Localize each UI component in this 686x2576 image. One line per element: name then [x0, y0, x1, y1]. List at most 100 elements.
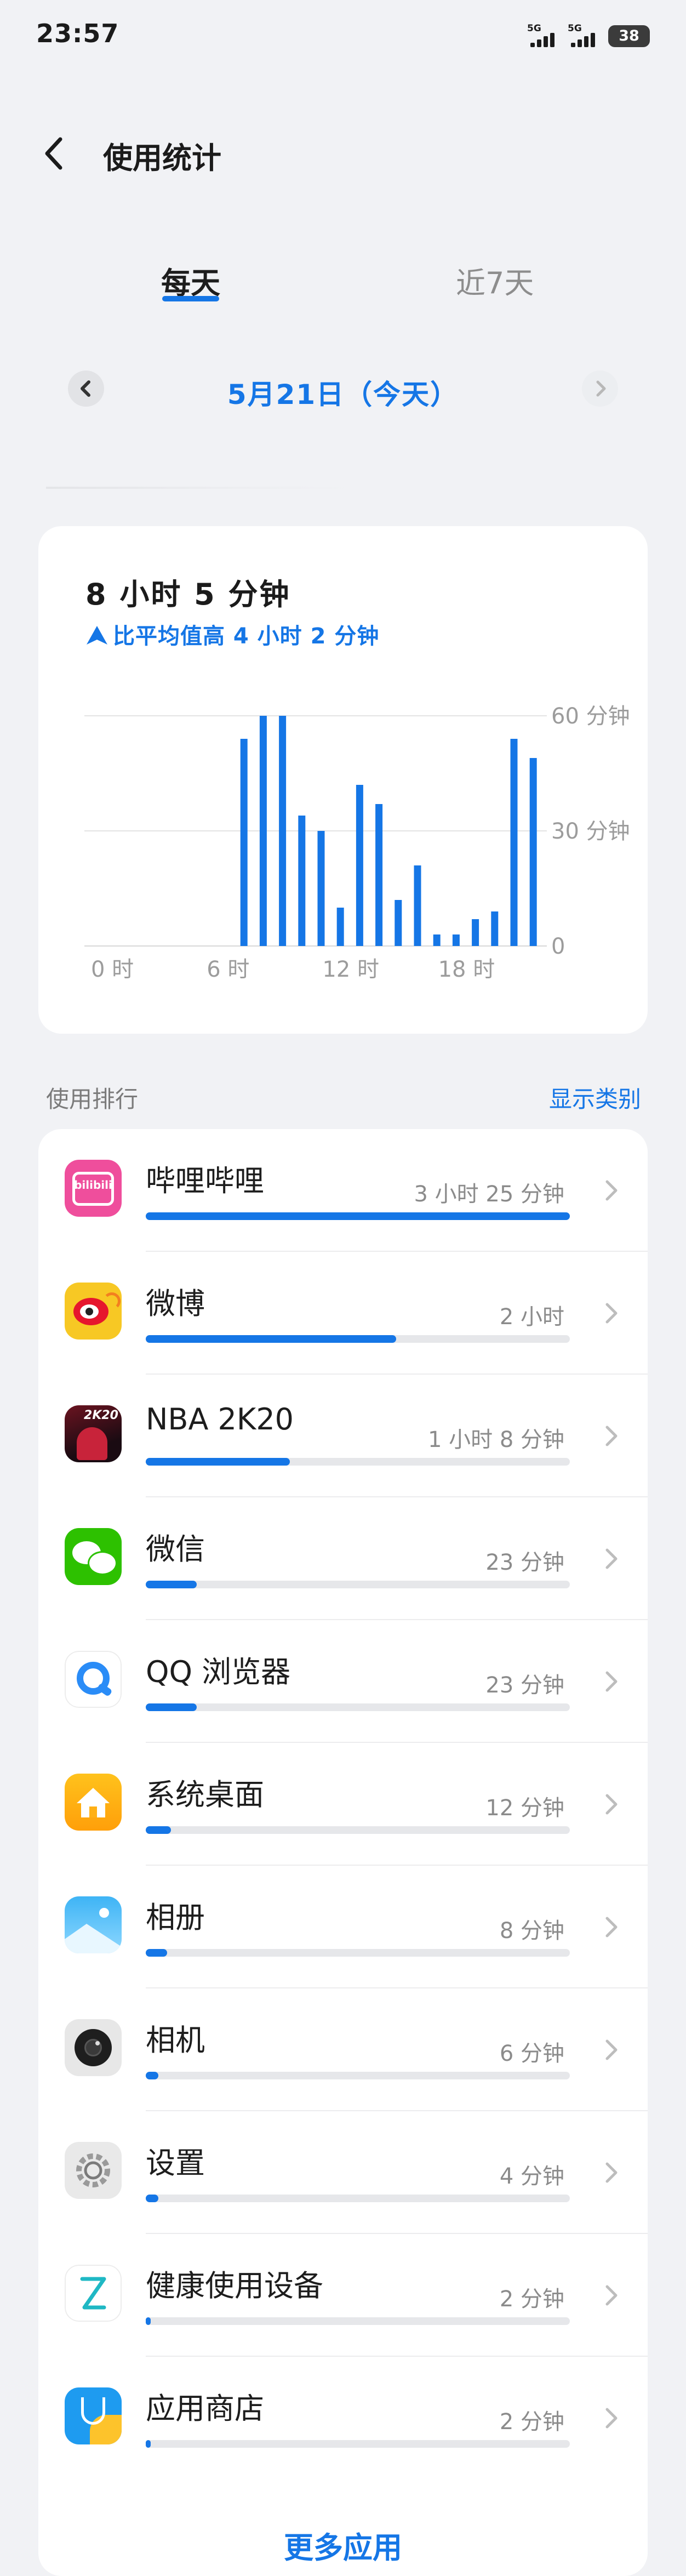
x-tick-label: 12 时 — [322, 957, 379, 982]
app-name: 应用商店 — [146, 2391, 264, 2426]
hour-bar — [510, 739, 518, 946]
usage-bar — [146, 1335, 570, 1343]
app-row[interactable]: 微信 23 分钟 — [38, 1497, 648, 1620]
row-chevron — [601, 1546, 622, 1572]
chevron-right-icon — [605, 2408, 618, 2429]
usage-bar — [146, 1826, 570, 1834]
hour-bar — [279, 716, 287, 946]
app-row[interactable]: 应用商店 2 分钟 — [38, 2357, 648, 2480]
chevron-right-icon — [596, 380, 606, 397]
app-row[interactable]: 设置 4 分钟 — [38, 2111, 648, 2234]
usage-bar — [146, 2440, 570, 2448]
hour-bar — [298, 816, 306, 946]
status-time: 23:57 — [36, 19, 119, 48]
app-duration: 1 小时 8 分钟 — [427, 1427, 564, 1452]
back-button[interactable] — [38, 132, 71, 175]
app-name: 微博 — [146, 1286, 205, 1321]
back-arrow-icon — [45, 137, 62, 170]
chart-y-labels: 60 分钟 30 分钟 0 — [551, 704, 630, 959]
hour-bar — [433, 934, 441, 946]
chart-x-labels: 0 时 6 时 12 时 18 时 — [91, 957, 495, 982]
next-day-button[interactable] — [582, 371, 618, 407]
hour-bar — [336, 908, 344, 946]
hour-bar — [356, 785, 363, 946]
app-name: QQ 浏览器 — [146, 1655, 291, 1689]
row-chevron — [601, 1300, 622, 1326]
x-tick-label: 18 时 — [438, 957, 495, 982]
battery-icon: 38 — [608, 25, 650, 47]
chevron-right-icon — [605, 1180, 618, 1201]
signal-2-label: 5G — [568, 23, 582, 34]
usage-bar-fill — [146, 1826, 172, 1834]
app-duration: 23 分钟 — [485, 1673, 564, 1698]
wechat-icon — [65, 1528, 122, 1585]
gallery-icon — [65, 1896, 122, 1953]
usage-bar-fill — [146, 2317, 151, 2325]
weibo-icon — [65, 1283, 122, 1340]
usage-bar — [146, 2195, 570, 2202]
bilibili-icon: bilibili — [65, 1160, 122, 1217]
usage-bar-fill — [146, 2195, 159, 2202]
usage-chart: 60 分钟 30 分钟 0 0 时 6 时 12 时 18 时 — [84, 704, 630, 982]
page-title: 使用统计 — [103, 141, 221, 175]
app-row[interactable]: 相机 6 分钟 — [38, 1988, 648, 2111]
app-row[interactable]: 微博 2 小时 — [38, 1252, 648, 1375]
app-duration: 2 小时 — [499, 1304, 564, 1330]
app-name: 系统桌面 — [146, 1777, 264, 1812]
row-chevron — [601, 1914, 622, 1940]
app-duration: 23 分钟 — [485, 1550, 564, 1575]
usage-bar — [146, 1949, 570, 1957]
usage-bar-fill — [146, 1581, 197, 1588]
hour-bar — [529, 758, 537, 946]
app-row[interactable]: 相册 8 分钟 — [38, 1866, 648, 1988]
arrow-up-icon — [87, 626, 107, 645]
row-chevron — [601, 1423, 622, 1449]
app-duration: 6 分钟 — [499, 2041, 564, 2066]
signal-2-icon: 5G — [567, 23, 601, 47]
app-row[interactable]: 系统桌面 12 分钟 — [38, 1743, 648, 1866]
app-row[interactable]: 2K20 NBA 2K20 1 小时 8 分钟 — [38, 1375, 648, 1497]
camera-icon — [65, 2019, 122, 2076]
ranking-title: 使用排行 — [46, 1086, 139, 1113]
more-apps-button[interactable]: 更多应用 — [0, 2523, 686, 2567]
qq-browser-icon — [65, 1651, 122, 1708]
comparison-label: 比平均值高 4 小时 2 分钟 — [113, 624, 380, 649]
app-name: 设置 — [146, 2146, 205, 2180]
tab-last-7-days[interactable]: 近7天 — [456, 259, 534, 302]
app-row[interactable]: bilibili 哔哩哔哩 3 小时 25 分钟 — [38, 1129, 648, 1252]
usage-bar-fill — [146, 1212, 570, 1220]
app-row[interactable]: QQ 浏览器 23 分钟 — [38, 1620, 648, 1743]
app-duration: 12 分钟 — [485, 1796, 564, 1821]
row-chevron — [601, 2037, 622, 2063]
chevron-right-icon — [605, 1794, 618, 1815]
chevron-right-icon — [605, 1671, 618, 1692]
signal-1-label: 5G — [527, 23, 541, 34]
chevron-right-icon — [605, 1548, 618, 1569]
app-duration: 2 分钟 — [499, 2287, 564, 2312]
usage-bar-fill — [146, 1949, 167, 1957]
usage-bar-fill — [146, 2440, 151, 2448]
y-tick-label: 0 — [551, 934, 565, 959]
usage-bar — [146, 1581, 570, 1588]
chevron-right-icon — [605, 2039, 618, 2060]
usage-bar-fill — [146, 1703, 197, 1711]
app-name: 健康使用设备 — [146, 2269, 323, 2303]
chevron-right-icon — [605, 2162, 618, 2183]
app-duration: 8 分钟 — [499, 1918, 564, 1944]
show-category-link[interactable]: 显示类别 — [549, 1081, 641, 1114]
x-tick-label: 0 时 — [91, 957, 134, 982]
nba2k20-icon: 2K20 — [65, 1405, 122, 1462]
hour-bar — [452, 934, 460, 946]
usage-bar — [146, 2317, 570, 2325]
digital-wellbeing-icon — [65, 2265, 122, 2322]
usage-bar — [146, 1703, 570, 1711]
row-chevron — [601, 1791, 622, 1817]
chevron-right-icon — [605, 1303, 618, 1324]
row-chevron — [601, 1177, 622, 1204]
divider — [46, 487, 353, 489]
app-row[interactable]: 健康使用设备 2 分钟 — [38, 2234, 648, 2357]
hour-bar — [317, 831, 325, 946]
app-duration: 2 分钟 — [499, 2409, 564, 2435]
hour-bar — [259, 716, 267, 946]
usage-bar — [146, 1458, 570, 1466]
